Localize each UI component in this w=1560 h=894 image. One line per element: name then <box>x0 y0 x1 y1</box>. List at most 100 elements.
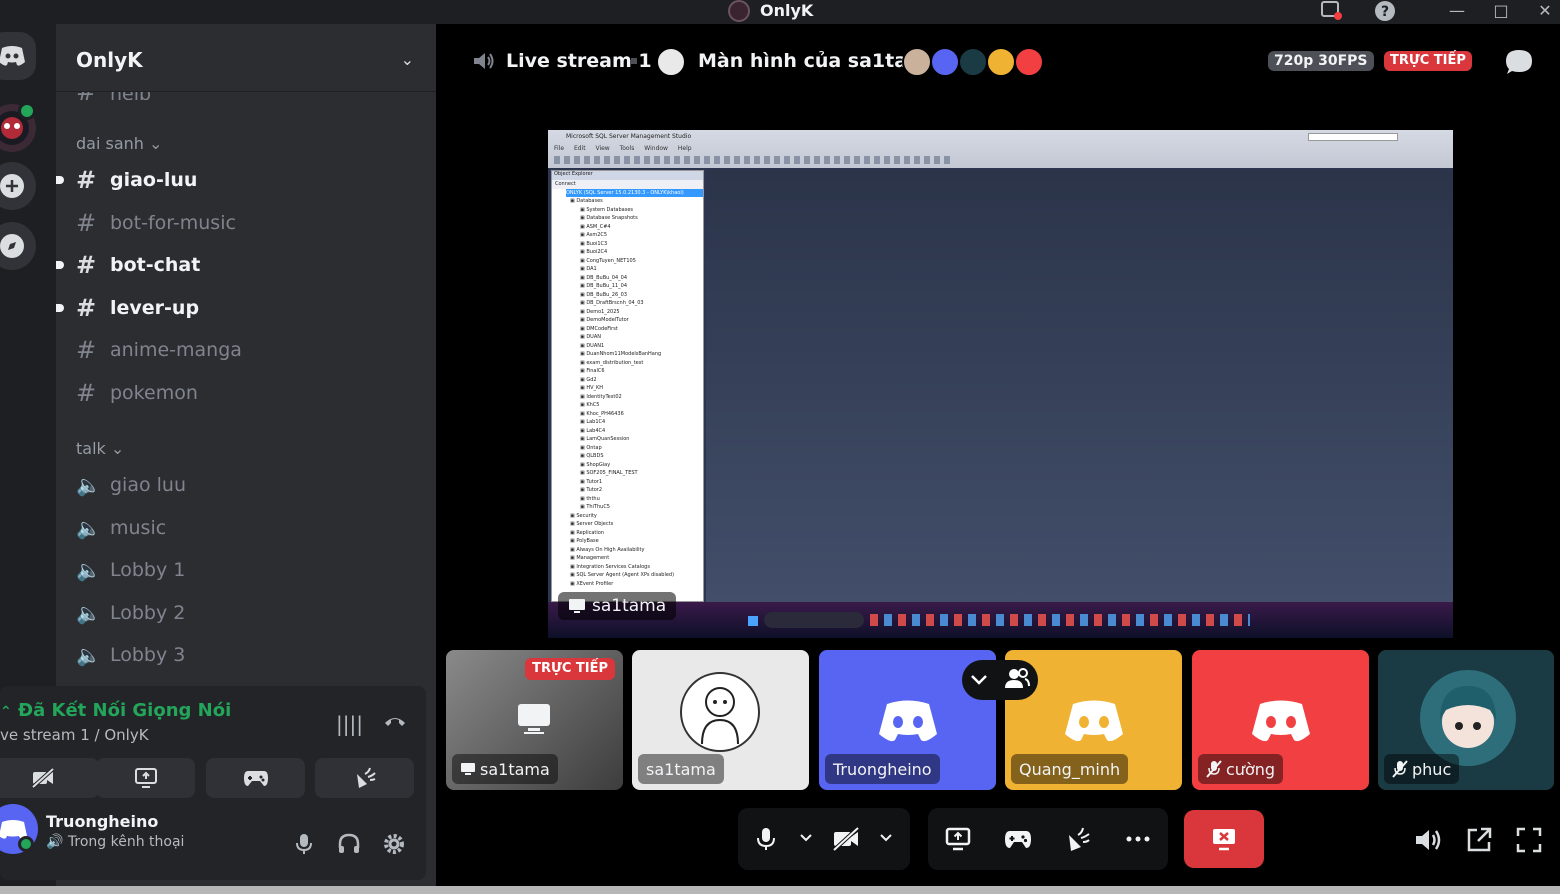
taskbar-search <box>764 612 864 628</box>
voice-channel-music[interactable]: 🔈 music <box>76 510 406 546</box>
channel-giao-luu[interactable]: # giao-luu <box>56 162 406 198</box>
avatar[interactable] <box>1014 47 1044 77</box>
voice-channel-giao-luu[interactable]: 🔈 giao luu <box>76 467 406 503</box>
tree-node: ▣ KhC5 <box>580 402 600 408</box>
soundboard-button[interactable] <box>1050 819 1106 859</box>
tree-node: ▣ Management <box>570 555 610 561</box>
avatar[interactable] <box>902 47 932 77</box>
help-icon[interactable]: ? <box>1370 0 1400 24</box>
activities-button[interactable] <box>206 758 305 798</box>
tree-node: ▣ Khoc_PH46436 <box>580 410 624 417</box>
channel-bot-for-music[interactable]: # bot-for-music <box>76 205 406 241</box>
gear-icon[interactable] <box>382 832 406 860</box>
category-talk[interactable]: talk ⌄ <box>76 439 124 458</box>
tree-node: ▣ IdentityTest02 <box>580 393 622 400</box>
maximize-button[interactable]: □ <box>1486 0 1516 24</box>
fullscreen-button[interactable] <box>1512 824 1546 856</box>
close-button[interactable]: ✕ <box>1530 0 1560 24</box>
participant-tile-stream[interactable]: TRỰC TIẾP sa1tama <box>446 650 623 790</box>
channel-anime-manga[interactable]: # anime-manga <box>76 332 406 368</box>
microphone-button[interactable] <box>738 819 794 859</box>
tree-node: ▣ DB_BuBu_04_04 <box>580 274 628 281</box>
share-screen-button[interactable] <box>96 758 195 798</box>
window-title: OnlyK <box>760 1 814 20</box>
channel-label: anime-manga <box>110 339 242 361</box>
object-explorer: Object Explorer Connect ONLYK (SQL Serve… <box>551 170 704 602</box>
windows-taskbar <box>548 602 1453 638</box>
soundboard-button[interactable] <box>315 758 414 798</box>
microphone-icon[interactable] <box>292 832 316 860</box>
tree-node: ▣ DA1 <box>580 266 597 272</box>
disconnect-icon[interactable] <box>382 708 408 738</box>
category-dai-sanh[interactable]: dai sanh ⌄ <box>76 134 162 153</box>
pop-out-button[interactable] <box>1462 824 1496 856</box>
tree-node: ▣ ththu <box>580 495 600 502</box>
discord-logo-icon <box>879 700 937 742</box>
camera-off-button[interactable] <box>818 819 874 859</box>
avatar[interactable] <box>986 47 1016 77</box>
speaker-icon: 🔈 <box>76 558 101 582</box>
start-icon <box>748 616 758 626</box>
chat-icon[interactable] <box>1504 48 1534 80</box>
inbox-icon[interactable] <box>1316 0 1346 24</box>
minimize-button[interactable]: — <box>1442 0 1472 24</box>
share-screen-button[interactable] <box>930 819 986 859</box>
voice-channel-lobby-1[interactable]: 🔈 Lobby 1 <box>76 552 406 588</box>
tree-node: ▣ XEvent Profiler <box>570 580 614 587</box>
user-name: Truongheino <box>46 812 159 831</box>
participant-tile-sa1tama[interactable]: sa1tama <box>632 650 809 790</box>
tree-node: ▣ HV_KH <box>580 385 604 391</box>
tree-node: ▣ DemoModelTutor <box>580 317 629 323</box>
tree-node: ▣ Databases <box>570 198 603 204</box>
volume-button[interactable] <box>1412 824 1446 856</box>
muted-icon <box>1206 760 1222 778</box>
avatar <box>680 672 760 752</box>
more-options-button[interactable] <box>1110 819 1166 859</box>
noise-suppression-icon[interactable]: |||| <box>336 712 363 736</box>
shared-screen[interactable]: Microsoft SQL Server Management Studio F… <box>548 130 1453 638</box>
participant-tile-cuong[interactable]: cường <box>1192 650 1369 790</box>
participant-label: phuc <box>1384 754 1460 784</box>
channel-label: Lobby 1 <box>110 559 186 581</box>
speaker-icon: 🔈 <box>76 601 101 625</box>
channel-pokemon[interactable]: # pokemon <box>76 375 406 411</box>
chevron-down-icon <box>970 671 988 690</box>
disconnect-button[interactable] <box>1184 810 1264 868</box>
participant-label: sa1tama <box>452 754 558 784</box>
online-status-icon <box>18 836 34 852</box>
avatar[interactable] <box>930 47 960 77</box>
voice-channel-lobby-2[interactable]: 🔈 Lobby 2 <box>76 595 406 631</box>
tree-node: ▣ Asm2C5 <box>580 232 608 238</box>
speaker-icon: 🔈 <box>76 516 101 540</box>
chevron-down-icon[interactable]: ⌄ <box>401 50 414 69</box>
speaker-icon: 🔈 <box>76 643 101 667</box>
voice-channel-path[interactable]: ve stream 1 / OnlyK <box>0 726 149 744</box>
tree-node: ▣ DB_BuBu_26_03 <box>580 291 628 298</box>
tree-node: ▣ Buoi2C4 <box>580 249 608 255</box>
discord-home-icon[interactable] <box>0 32 36 80</box>
activities-button[interactable] <box>990 819 1046 859</box>
ssms-toolbar: Microsoft SQL Server Management Studio F… <box>548 130 1453 168</box>
speaker-icon: 🔈 <box>76 473 101 497</box>
camera-options-chevron-icon[interactable] <box>874 832 898 846</box>
tree-node: ▣ ThiThuC5 <box>580 504 610 510</box>
guild-header[interactable]: OnlyK ⌄ <box>56 24 436 92</box>
voice-channel-lobby-3[interactable]: 🔈 Lobby 3 <box>76 637 406 673</box>
mic-options-chevron-icon[interactable] <box>794 832 818 846</box>
tree-node: ▣ Database Snapshots <box>580 215 638 221</box>
object-tree: ▣ Databases ▣ System Databases ▣ Database … <box>552 197 703 588</box>
tree-node: ▣ SQL Server Agent (Agent XPs disabled) <box>570 572 675 578</box>
headphones-icon[interactable] <box>337 832 361 860</box>
participant-tile-phuc[interactable]: phuc <box>1378 650 1554 790</box>
channel-lever-up[interactable]: # lever-up <box>56 290 406 326</box>
avatar[interactable] <box>958 47 988 77</box>
channel-label: pokemon <box>110 382 198 404</box>
voice-active-icon <box>18 102 36 120</box>
add-server-icon[interactable] <box>0 162 36 210</box>
discover-icon[interactable] <box>0 222 36 270</box>
tree-node: ▣ DUAN <box>580 334 601 340</box>
camera-off-button[interactable] <box>0 758 99 798</box>
channel-bot-chat[interactable]: # bot-chat <box>56 247 406 283</box>
tree-node: ▣ DB_DraftBrscnh_04_03 <box>580 300 644 306</box>
collapse-participants-button[interactable] <box>962 660 1038 700</box>
